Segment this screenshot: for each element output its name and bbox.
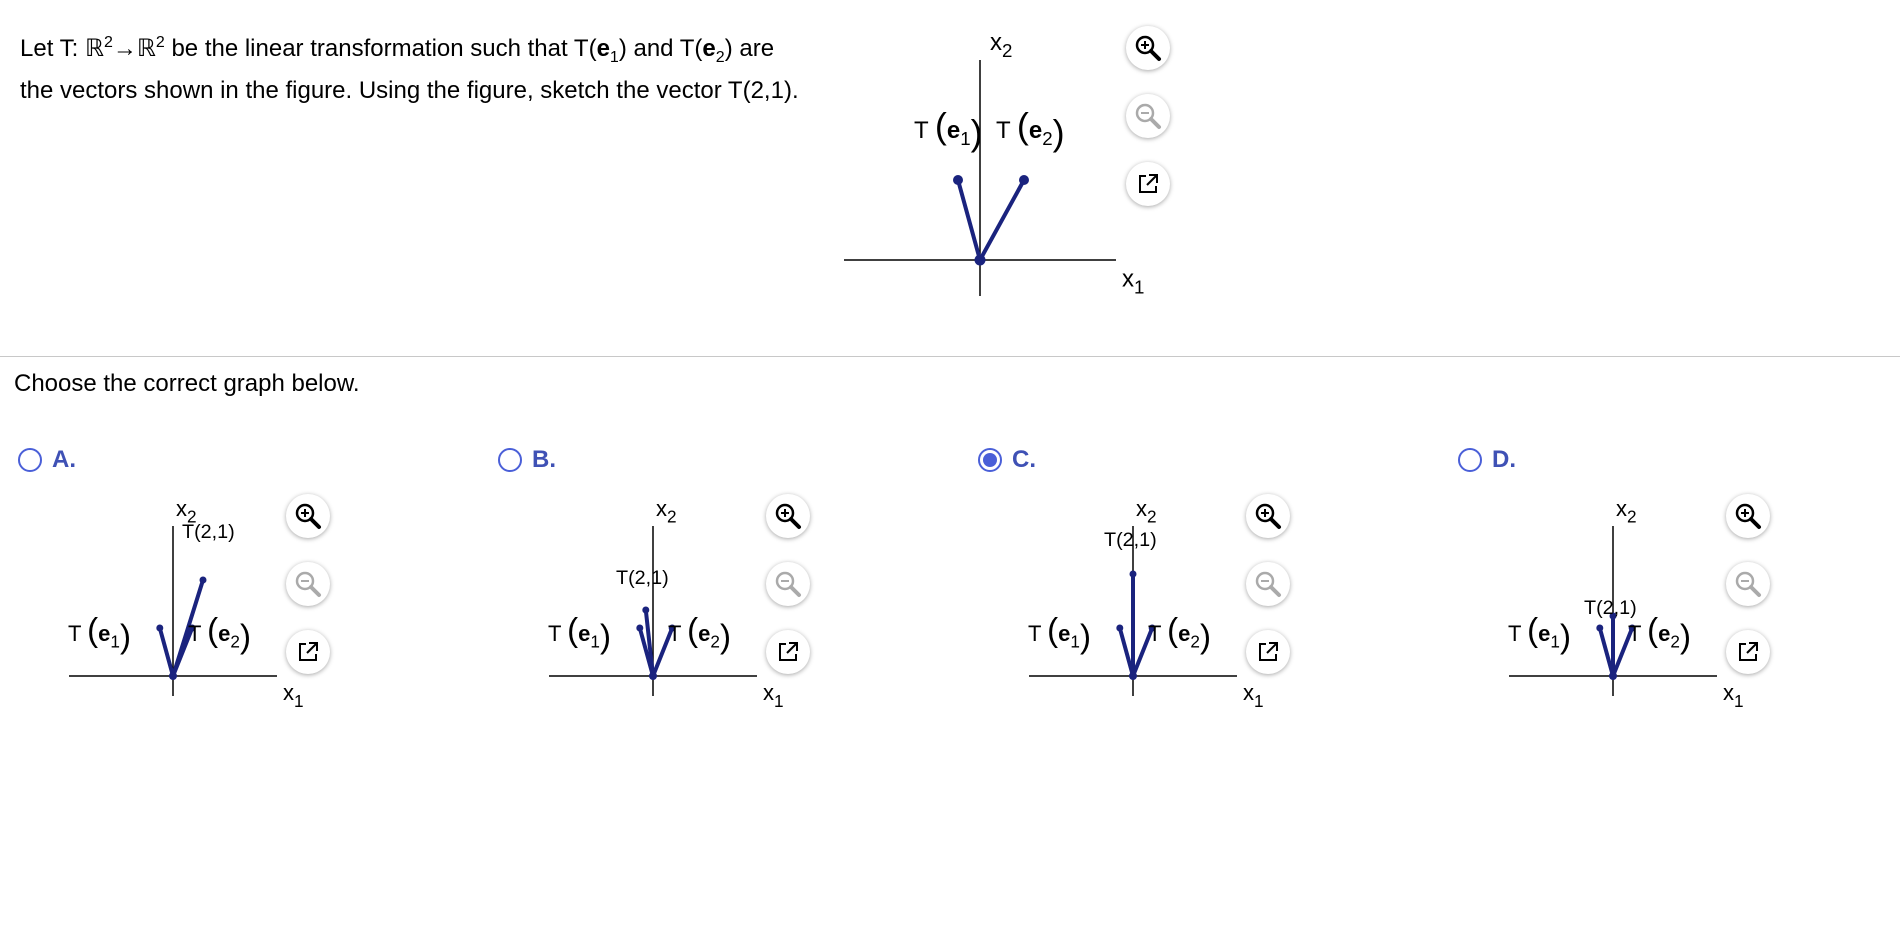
option-label: C.	[1012, 446, 1036, 473]
main-figure: x1 x2 T (e1) T (e2)	[840, 20, 1160, 300]
t-e1-label: T (e1)	[68, 611, 131, 655]
t-2-1-endpoint	[199, 576, 207, 584]
t-e1-label: T (e1)	[548, 611, 611, 655]
option-d-graph: x1 x2 T (e1) T (e2) T(2,1)	[1500, 486, 1744, 716]
x1-axis-label: x1	[283, 680, 304, 711]
t-e1-vector	[157, 626, 175, 678]
popout-icon	[1736, 640, 1760, 664]
t-2-1-label: T(2,1)	[1104, 529, 1157, 551]
question-text: Let T: ℝ2→ℝ2 be the linear transformatio…	[20, 34, 799, 105]
zoom-in-button[interactable]	[1726, 494, 1770, 538]
radio-button[interactable]	[18, 448, 42, 472]
origin-point	[1129, 672, 1137, 680]
option-b-graph: x1 x2 T (e1) T (e2) T(2,1)	[540, 486, 784, 716]
x2-axis-label: x2	[1616, 496, 1637, 527]
zoom-out-icon	[294, 570, 322, 598]
origin-point	[1609, 672, 1617, 680]
zoom-out-button[interactable]	[766, 562, 810, 606]
zoom-in-button[interactable]	[1246, 494, 1290, 538]
popout-button[interactable]	[1246, 630, 1290, 674]
popout-icon	[1256, 640, 1280, 664]
t-e2-label: T (e2)	[996, 105, 1065, 153]
zoom-in-button[interactable]	[766, 494, 810, 538]
x2-axis-label: x2	[1136, 496, 1157, 527]
radio-selected-dot	[983, 453, 997, 467]
option-c[interactable]: C.	[978, 446, 1036, 474]
graph-svg: x1 x2 T (e1) T (e2)T(2,1)	[1508, 496, 1744, 711]
origin-point	[169, 672, 177, 680]
radio-button[interactable]	[1458, 448, 1482, 472]
graph-svg: x1 x2 T (e1) T (e2) T(2,1)	[1028, 496, 1264, 711]
graph-svg: x1 x2 T (e1) T (e2)	[844, 29, 1144, 298]
zoom-in-icon	[1734, 502, 1762, 530]
zoom-out-icon	[1254, 570, 1282, 598]
option-label: A.	[52, 446, 76, 473]
zoom-out-button[interactable]	[1726, 562, 1770, 606]
graph-svg: x1x2T (e1) T (e2)T(2,1)	[68, 496, 304, 711]
t-e1-endpoint	[156, 624, 164, 632]
option-label: B.	[532, 446, 556, 473]
x1-axis-label: x1	[763, 680, 784, 711]
t-2-1-endpoint	[1129, 570, 1137, 578]
zoom-in-button[interactable]	[286, 494, 330, 538]
x1-axis-label: x1	[1122, 265, 1144, 297]
option-c-graph: x1 x2 T (e1) T (e2) T(2,1)	[1020, 486, 1264, 716]
t-2-1-label: T(2,1)	[1584, 597, 1637, 619]
x1-axis-label: x1	[1243, 680, 1264, 711]
t-e2-label: T (e2)	[188, 611, 251, 655]
radio-button[interactable]	[978, 448, 1002, 472]
t-e2-endpoint	[1019, 175, 1029, 185]
t-e1-label: T (e1)	[914, 105, 983, 153]
t-e2-label: T (e2)	[1628, 611, 1691, 655]
zoom-out-button[interactable]	[286, 562, 330, 606]
option-d[interactable]: D.	[1458, 446, 1516, 474]
popout-icon	[776, 640, 800, 664]
t-e1-endpoint	[636, 624, 644, 632]
t-e2-vector	[978, 178, 1026, 262]
t-e1-label: T (e1)	[1508, 611, 1571, 655]
zoom-in-icon	[294, 502, 322, 530]
zoom-out-icon	[774, 570, 802, 598]
t-e1-endpoint	[1596, 624, 1604, 632]
radio-button[interactable]	[498, 448, 522, 472]
origin-point	[649, 672, 657, 680]
zoom-in-icon	[774, 502, 802, 530]
t-2-1-label: T(2,1)	[182, 521, 235, 543]
zoom-out-icon	[1734, 570, 1762, 598]
t-e2-label: T (e2)	[1148, 611, 1211, 655]
t-2-1-endpoint	[642, 606, 650, 614]
t-2-1-label: T(2,1)	[616, 567, 669, 589]
t-e1-endpoint	[1116, 624, 1124, 632]
popout-button[interactable]	[1126, 162, 1170, 206]
popout-button[interactable]	[286, 630, 330, 674]
popout-icon	[1136, 172, 1160, 196]
zoom-in-button[interactable]	[1126, 26, 1170, 70]
option-label: D.	[1492, 446, 1516, 473]
popout-icon	[296, 640, 320, 664]
zoom-out-button[interactable]	[1126, 94, 1170, 138]
option-b[interactable]: B.	[498, 446, 556, 474]
zoom-in-icon	[1134, 34, 1162, 62]
origin-point	[974, 254, 986, 266]
x1-axis-label: x1	[1723, 680, 1744, 711]
t-e1-endpoint	[953, 175, 963, 185]
option-a-graph: x1 x2 T (e1) T (e2) T(2,1)	[60, 486, 304, 716]
zoom-out-icon	[1134, 102, 1162, 130]
x2-axis-label: x2	[990, 29, 1012, 61]
graph-svg: x1 x2 T (e1) T (e2) T(2,1)	[548, 496, 784, 711]
x2-axis-label: x2	[656, 496, 677, 527]
popout-button[interactable]	[766, 630, 810, 674]
prompt-text: Choose the correct graph below.	[14, 370, 360, 397]
option-a[interactable]: A.	[18, 446, 76, 474]
popout-button[interactable]	[1726, 630, 1770, 674]
t-e1-label: T (e1)	[1028, 611, 1091, 655]
divider	[0, 356, 1900, 357]
zoom-in-icon	[1254, 502, 1282, 530]
t-e1-vector	[956, 178, 982, 262]
zoom-out-button[interactable]	[1246, 562, 1290, 606]
t-e2-label: T (e2)	[668, 611, 731, 655]
